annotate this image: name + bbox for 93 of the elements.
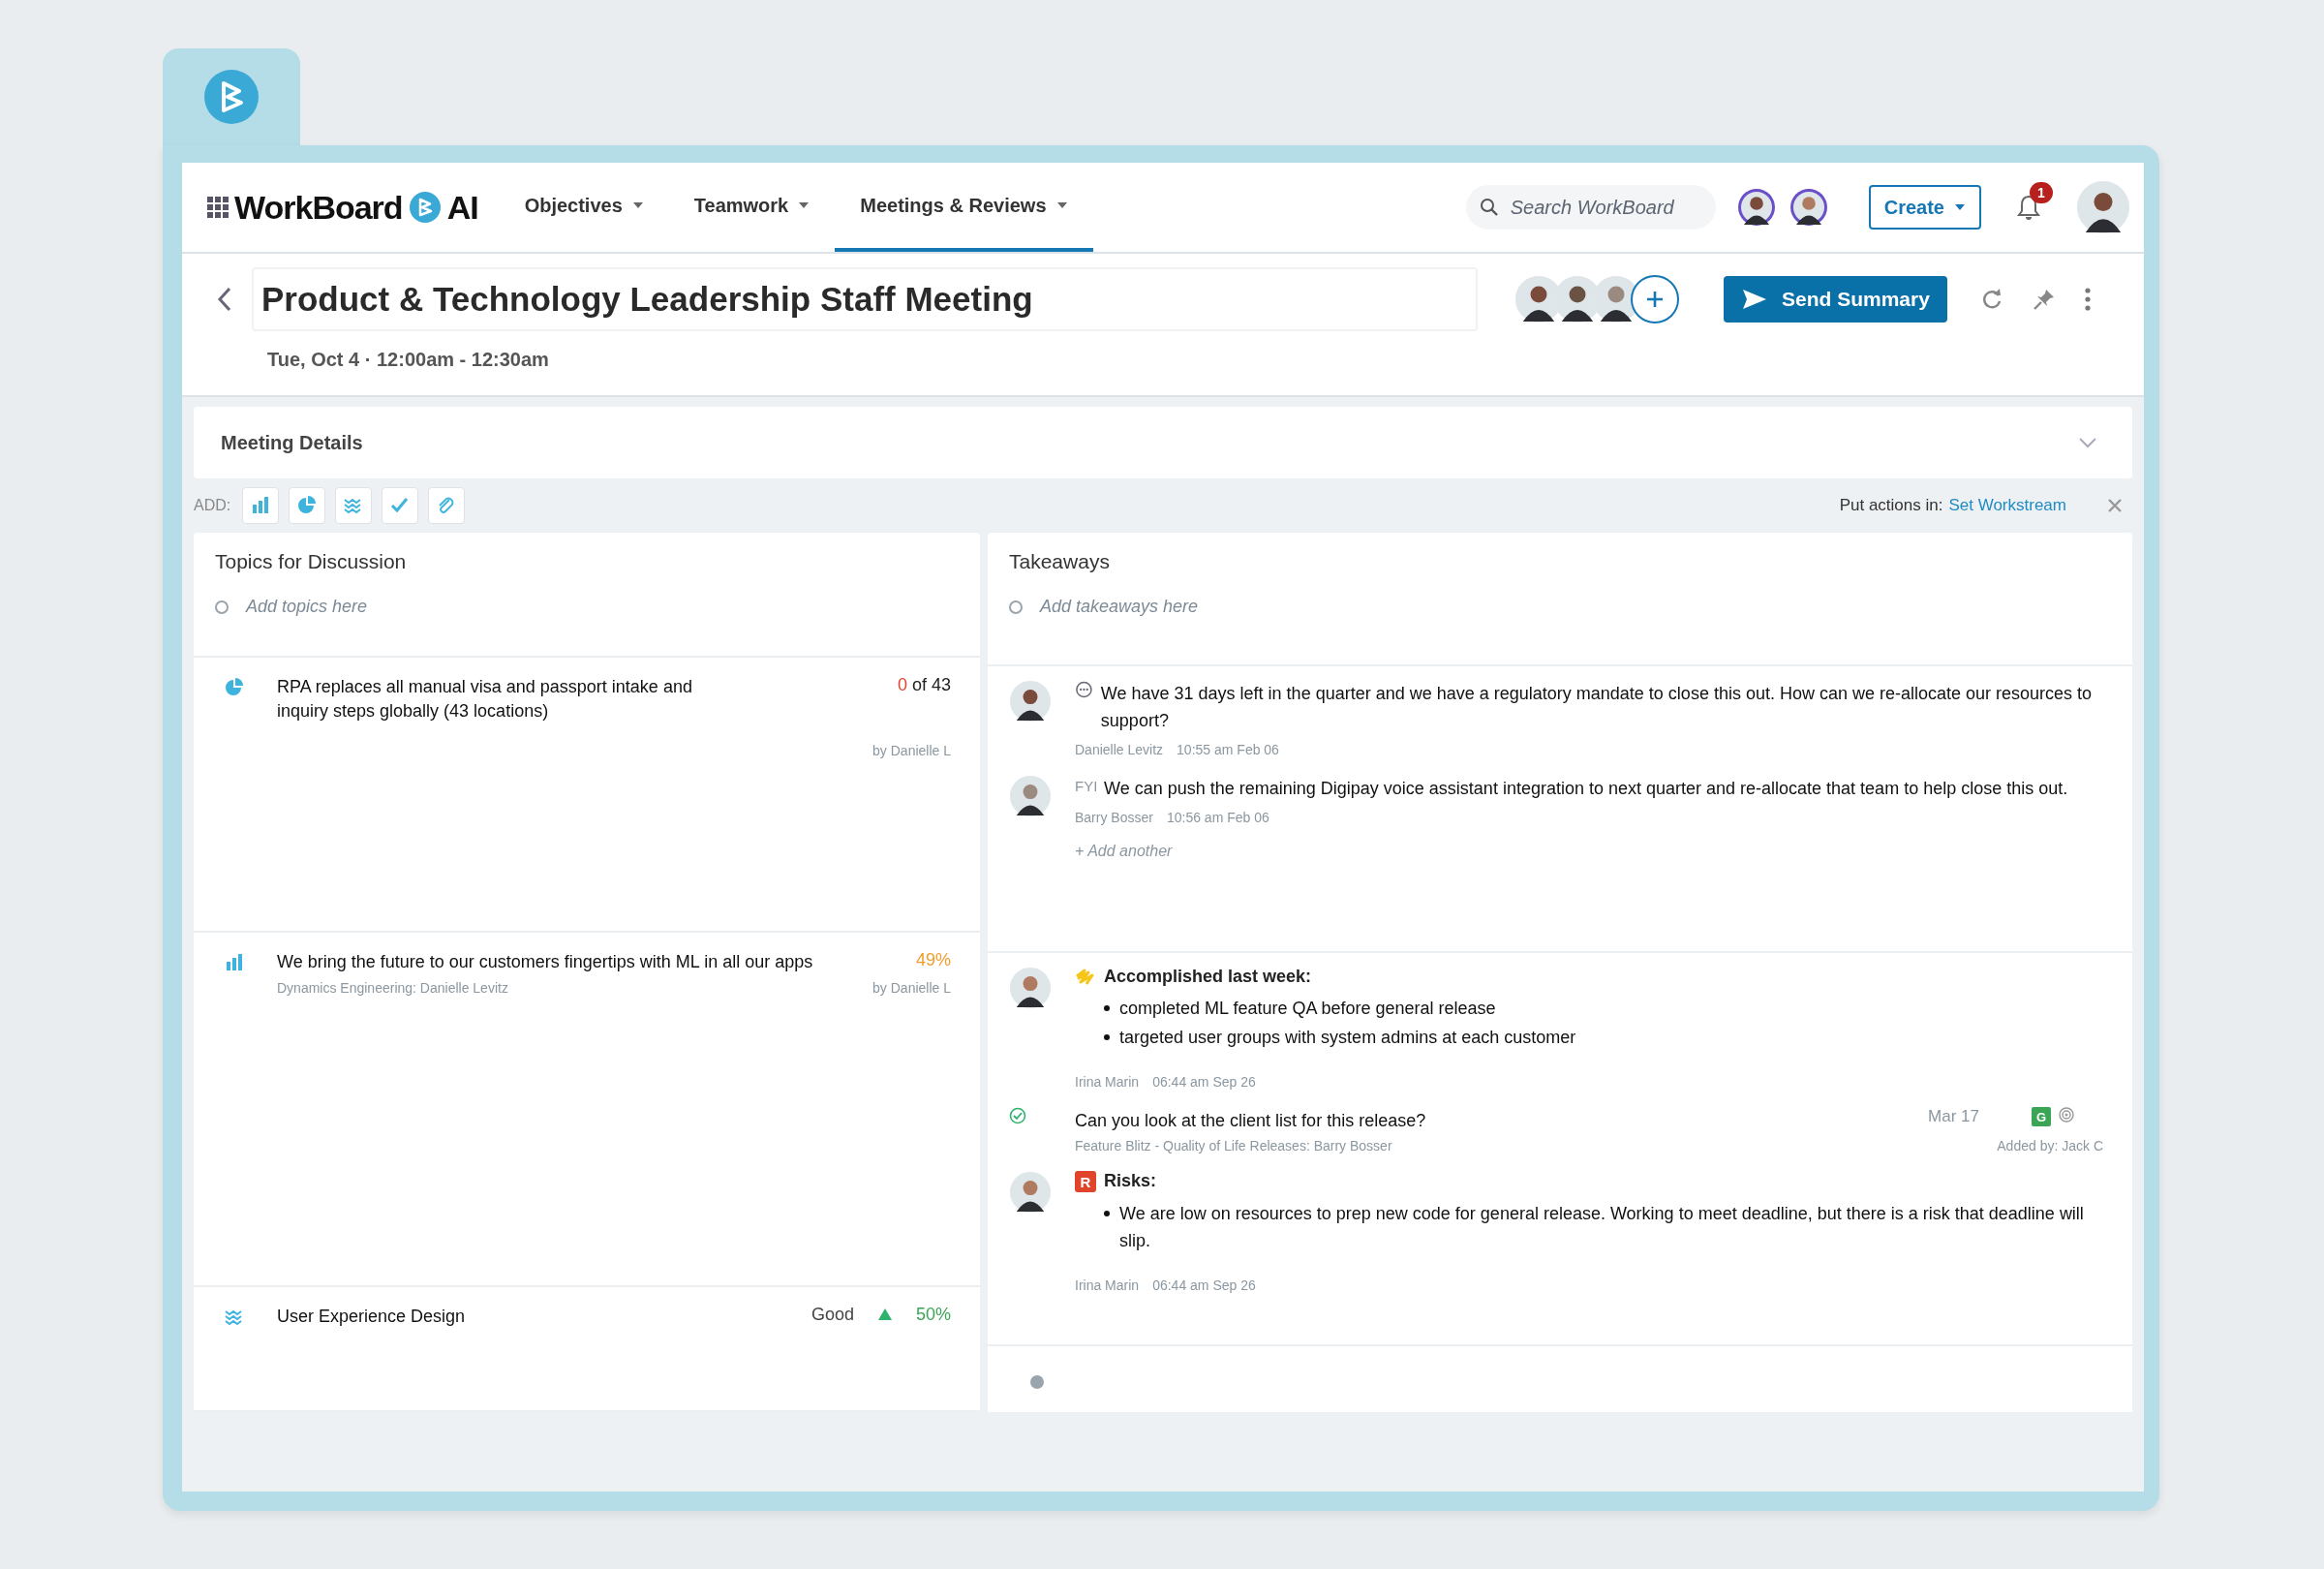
comment-text: We can push the remaining Digipay voice assistant integration to next quarter and re-allocate that team to help close this out. [1104, 778, 2068, 800]
action-item-source: Feature Blitz - Quality of Life Releases: Barry Bosser [1075, 1138, 1392, 1154]
action-item-text: Can you look at the client list for this release? [1075, 1110, 1426, 1132]
brand-suffix: AI [446, 188, 478, 227]
logo-icon [408, 191, 442, 224]
apps-grid-icon[interactable] [207, 197, 229, 218]
bar-chart-icon [224, 951, 245, 973]
author-name: Irina Marin [1075, 1277, 1140, 1293]
meeting-title-field[interactable]: Product & Technology Leadership Staff Meeting [252, 267, 1478, 331]
plus-icon [1646, 291, 1664, 308]
timestamp: 10:56 am Feb 06 [1166, 810, 1269, 825]
meeting-time: Tue, Oct 4 · 12:00am - 12:30am [267, 349, 550, 371]
avatar [1009, 967, 1052, 1009]
avatar [1789, 188, 1828, 227]
status-tag: G [2032, 1107, 2051, 1126]
avatar [1009, 680, 1052, 723]
progress-count: 0 of 43 [897, 675, 951, 695]
note-heading: Accomplished last week: [1104, 967, 1312, 987]
topic-title: We bring the future to our customers fingertips with ML in all our apps [277, 950, 813, 973]
section-label: Meeting Details [221, 431, 363, 454]
placeholder-text[interactable]: Add topics here [246, 597, 368, 617]
note-heading: Risks: [1104, 1171, 1157, 1191]
logo-icon [202, 68, 260, 126]
column-title: Topics for Discussion [215, 550, 408, 573]
add-tool-button[interactable] [335, 487, 373, 524]
workstream-label: Put actions in: [1839, 496, 1943, 515]
comment-text: We have 31 days left in the quarter and we have a regulatory mandate to close this out. How can we re-allocate our resources to support? [1100, 683, 2094, 732]
avatar [1009, 775, 1052, 817]
add-tool-button[interactable] [242, 487, 280, 524]
send-summary-button[interactable]: Send Summary [1724, 276, 1947, 323]
author-label: by Danielle L [872, 743, 951, 758]
search-field[interactable]: Search WorkBoard [1465, 185, 1716, 230]
topic-title: RPA replaces all manual visa and passport intake and inquiry steps globally (43 locations) [277, 676, 693, 723]
bullet-icon [1104, 1005, 1110, 1011]
author-label: by Danielle L [872, 979, 951, 996]
pie-chart-icon [224, 677, 245, 698]
add-tool-button[interactable] [382, 487, 419, 524]
timestamp: 06:44 am Sep 26 [1152, 1074, 1256, 1090]
avatar [1009, 1171, 1052, 1214]
caret-icon [1055, 201, 1068, 209]
search-icon [1479, 198, 1499, 217]
comment-icon [1075, 680, 1093, 699]
pin-icon[interactable] [2032, 288, 2056, 311]
add-another-link[interactable]: + Add another [1075, 843, 1173, 860]
progress-value: 50% [915, 1304, 951, 1325]
close-icon[interactable] [2107, 498, 2123, 513]
due-date: Mar 17 [1928, 1107, 1979, 1126]
create-button[interactable]: Create [1868, 185, 1981, 230]
nav-tab[interactable]: Teamwork [668, 163, 836, 252]
progress-value: 49% [915, 949, 951, 970]
notification-badge: 1 [2030, 182, 2053, 203]
bullet-text: We are low on resources to prep new code for general release. Working to meet deadline, but there is a risk that deadline will slip. [1119, 1203, 2085, 1252]
radio-icon [1009, 600, 1023, 614]
radio-icon [215, 600, 229, 614]
send-icon [1741, 288, 1768, 311]
placeholder-text[interactable]: Add takeaways here [1040, 597, 1199, 617]
avatar [1736, 188, 1776, 227]
add-tool-button[interactable] [289, 487, 326, 524]
author-name: Danielle Levitz [1075, 742, 1164, 757]
author-name: Barry Bosser [1075, 810, 1153, 825]
timestamp: 10:55 am Feb 06 [1177, 742, 1279, 757]
column-title: Takeaways [1009, 550, 1111, 573]
pie-chart-icon [296, 495, 319, 516]
add-participant-button[interactable] [1631, 275, 1679, 323]
more-options-icon[interactable] [2084, 288, 2091, 311]
add-label: ADD: [194, 497, 231, 514]
brand-name: WorkBoard [234, 188, 403, 227]
topic-title: User Experience Design [277, 1305, 466, 1328]
caret-icon [1954, 203, 1966, 211]
meeting-details-bar[interactable]: Meeting Details [194, 407, 2132, 478]
workstream-link[interactable]: Set Workstream [1948, 496, 2066, 515]
highlighter-icon [1075, 967, 1096, 986]
chevron-icon[interactable] [2078, 437, 2097, 448]
nav-tab[interactable]: Objectives [499, 163, 669, 252]
bullet-icon [1104, 1034, 1110, 1040]
check-circle-icon[interactable] [1009, 1107, 1026, 1124]
avatar [2076, 180, 2130, 234]
status-label: Good [810, 1304, 854, 1325]
comment-type-label: FYI [1075, 777, 1096, 794]
timestamp: 06:44 am Sep 26 [1152, 1277, 1256, 1293]
target-icon [2059, 1107, 2074, 1123]
add-tool-button[interactable] [428, 487, 466, 524]
caret-icon [798, 201, 810, 209]
topic-owner: Dynamics Engineering: Danielle Levitz [277, 979, 508, 996]
risk-badge: R [1075, 1171, 1096, 1192]
back-icon[interactable] [217, 287, 232, 312]
caret-icon [631, 201, 644, 209]
added-by-label: Added by: Jack C [1997, 1138, 2103, 1154]
bullet-icon [1104, 1211, 1110, 1216]
empty-dot-icon [1030, 1375, 1044, 1389]
author-name: Irina Marin [1075, 1074, 1140, 1090]
bullet-text: completed ML feature QA before general release [1119, 998, 1496, 1020]
bullet-text: targeted user groups with system admins at each customer [1119, 1027, 1576, 1049]
